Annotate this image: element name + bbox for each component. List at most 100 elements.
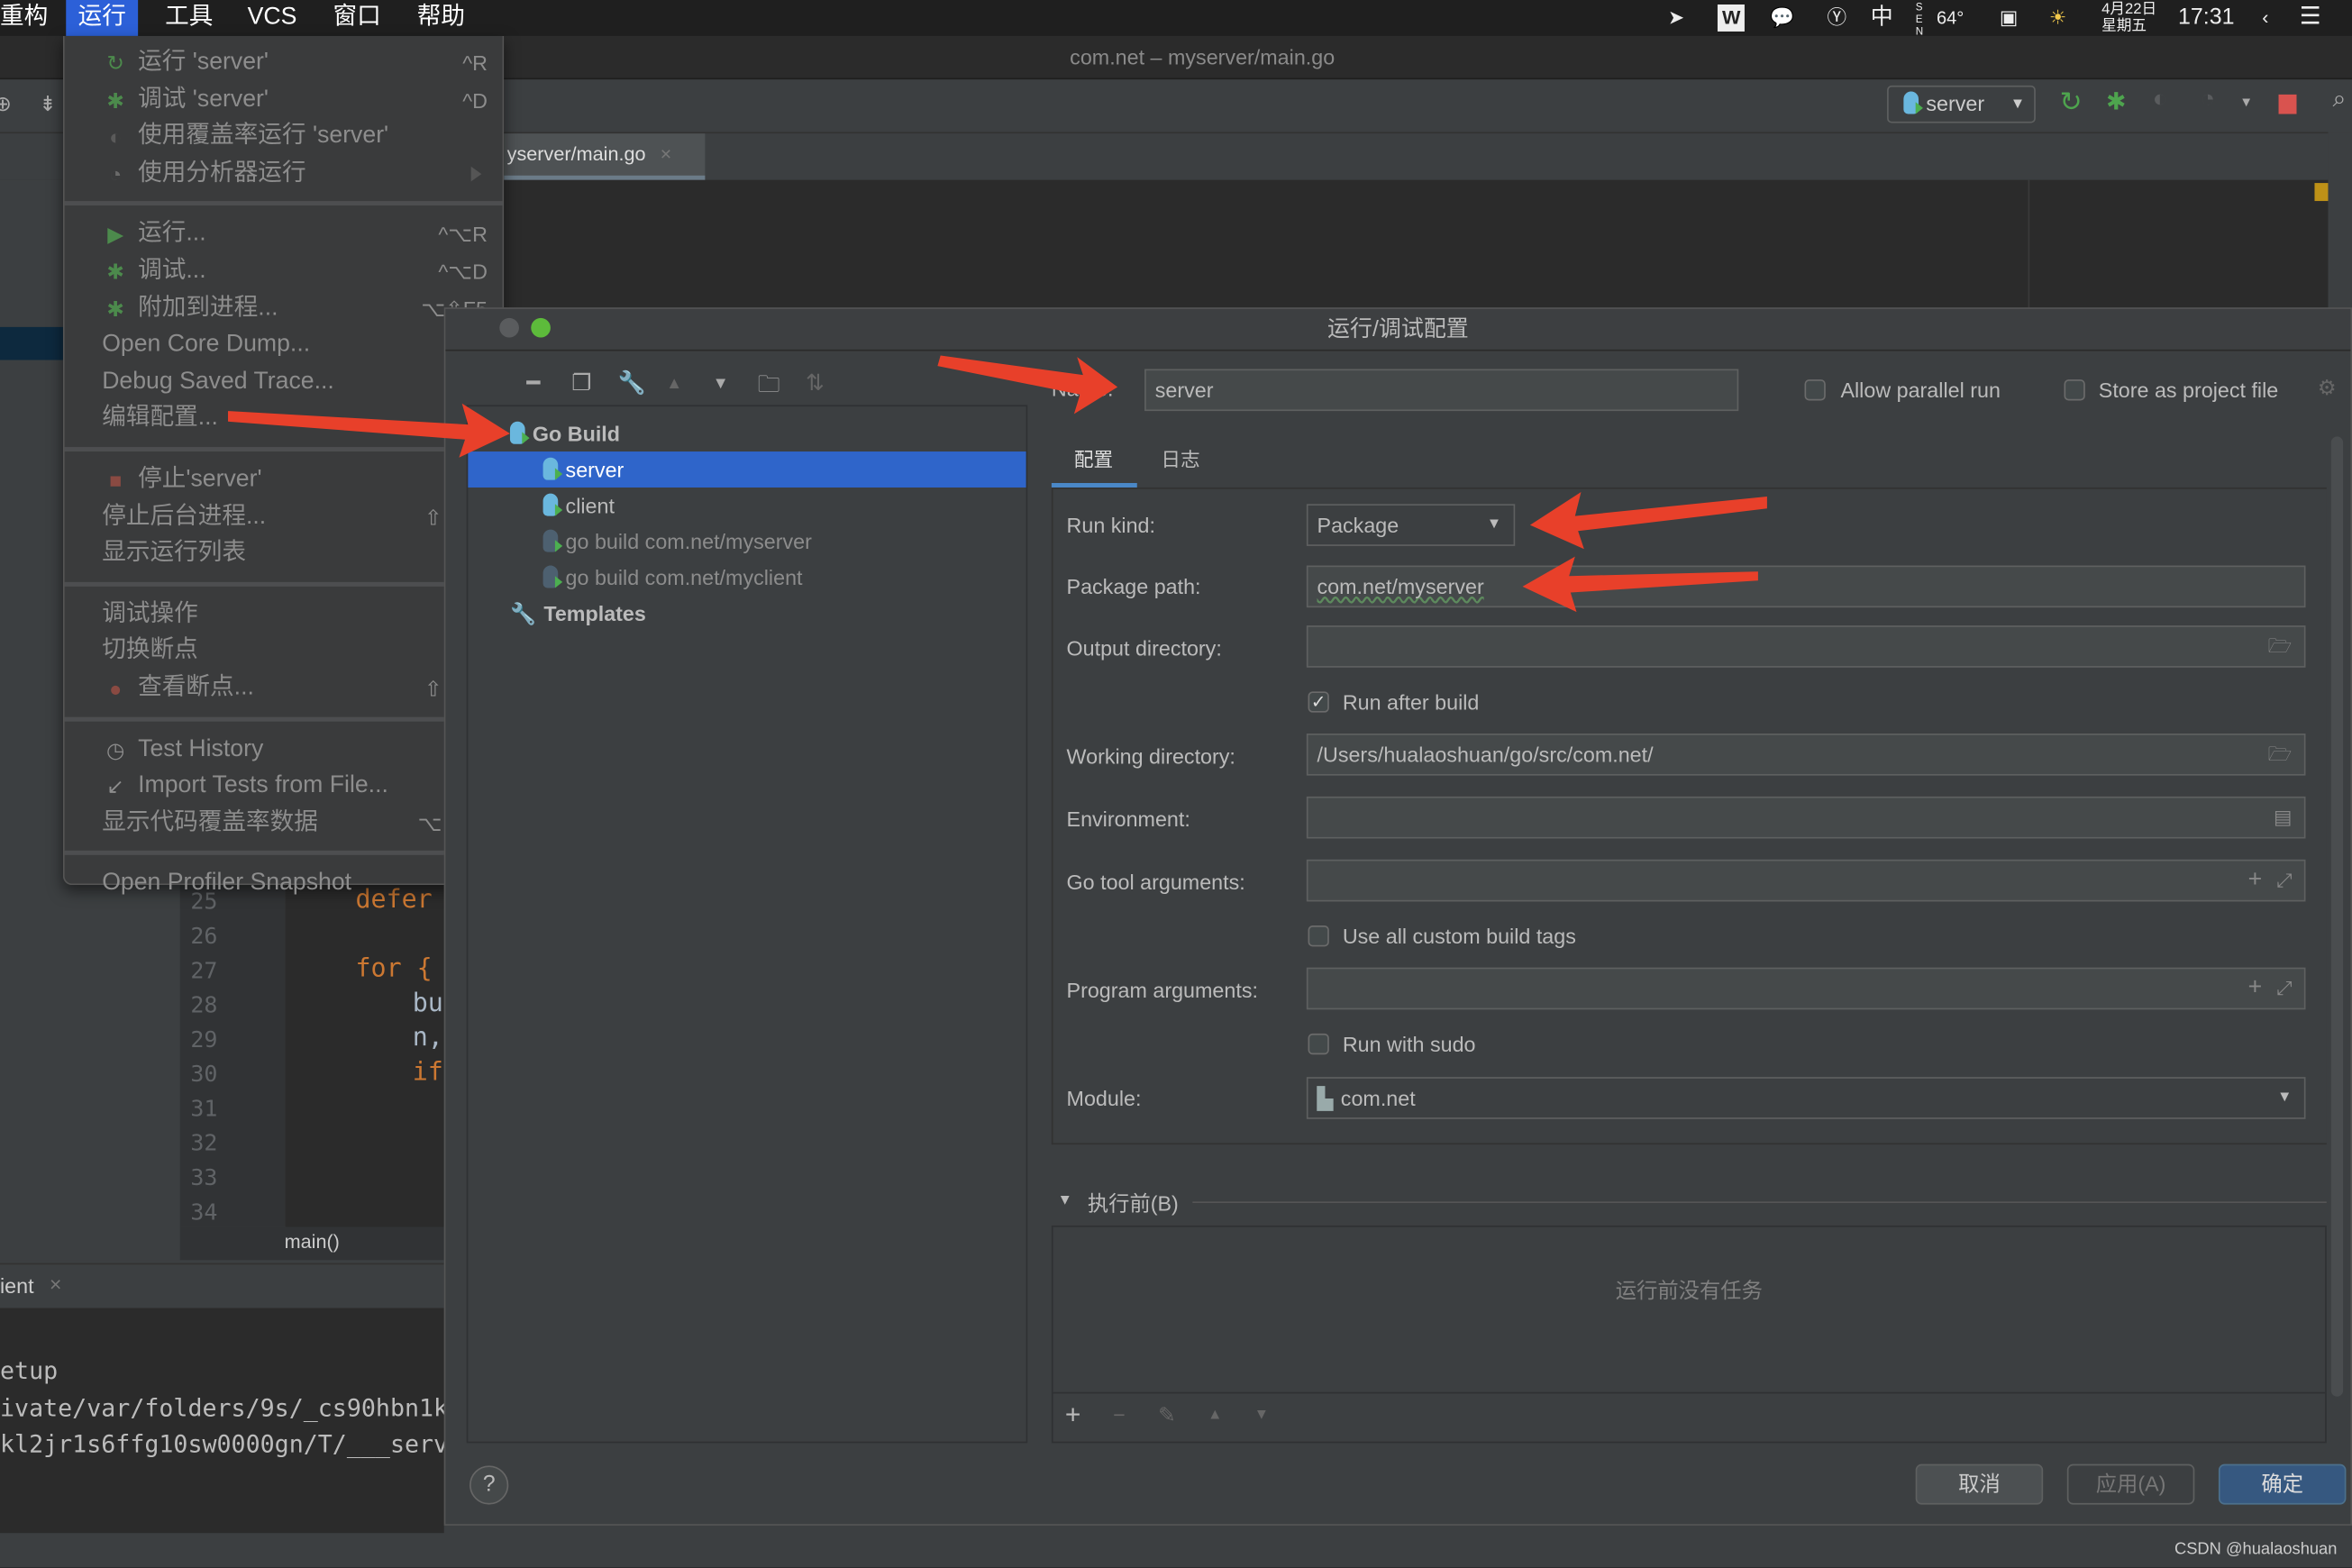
wrench-icon[interactable]: 🔧 — [618, 369, 646, 396]
remove-config-icon[interactable]: ━ — [526, 369, 540, 396]
search-icon[interactable]: ⌕ — [2332, 87, 2346, 114]
menu-item[interactable]: ●查看断点...⇧⌘F8 — [65, 670, 503, 707]
menu-item[interactable]: ■停止'server'⌘F2 — [65, 462, 503, 498]
move-up-icon[interactable]: ▲ — [666, 375, 682, 393]
tree-item[interactable]: go build com.net/myclient — [468, 560, 1026, 596]
menu-item[interactable]: 停止后台进程...⇧⌘F2 — [65, 499, 503, 535]
add-task-icon[interactable]: + — [1065, 1399, 1081, 1431]
breadcrumb[interactable]: main() — [179, 1226, 444, 1261]
control-center-icon[interactable]: ☰ — [2300, 0, 2321, 36]
input-method[interactable]: 中 — [1871, 0, 1893, 36]
folder-icon[interactable]: 🗁 — [2268, 627, 2293, 666]
location-icon[interactable]: ➤ — [1668, 0, 1684, 36]
collapse-triangle-icon[interactable]: ▼ — [1058, 1192, 1072, 1208]
menu-item[interactable]: ↙ Import Tests from File... — [65, 769, 503, 805]
menu-item[interactable]: 显示代码覆盖率数据⌥⌘F6 — [65, 806, 503, 842]
edit-env-icon[interactable]: ▤ — [2274, 798, 2292, 837]
code-area[interactable] — [285, 885, 444, 1227]
wps-icon[interactable]: W — [1717, 4, 1746, 32]
run-kind-select[interactable]: Package ▼ — [1306, 504, 1516, 546]
plus-icon[interactable]: + — [2248, 861, 2263, 899]
allow-parallel-checkbox[interactable] — [1804, 379, 1826, 401]
tab-config[interactable]: 配置 — [1074, 444, 1113, 473]
menu-item[interactable]: Open Core Dump... — [65, 327, 503, 363]
folder-icon[interactable]: 🗁 — [2268, 735, 2293, 774]
rerun-icon[interactable]: ↻ — [2059, 87, 2082, 119]
go-tool-arguments-input[interactable]: + ⤢ — [1306, 859, 2306, 902]
menu-item[interactable]: Debug Saved Trace... — [65, 364, 503, 400]
menu-tools[interactable]: 工具 — [153, 0, 225, 36]
menu-vcs[interactable]: VCS — [235, 0, 308, 36]
clock[interactable]: 17:31 — [2178, 0, 2235, 36]
before-launch-list[interactable]: 运行前没有任务 + − ✎ ▲ ▼ — [1051, 1225, 2327, 1444]
menu-item[interactable]: 编辑配置... — [65, 401, 503, 437]
menu-item[interactable]: Open Profiler Snapshot — [65, 866, 503, 902]
environment-input[interactable]: ▤ — [1306, 796, 2306, 839]
new-folder-icon[interactable]: 🗀 — [758, 369, 780, 406]
tree-item[interactable]: go build com.net/myserver — [468, 524, 1026, 560]
editor-tab[interactable]: yserver/main.go × — [504, 133, 706, 180]
tree-item[interactable]: 🔧 Templates — [468, 596, 1026, 632]
debug-icon[interactable]: ✱ — [2106, 87, 2126, 117]
tree-item[interactable]: server — [468, 451, 1026, 488]
menu-help[interactable]: 帮助 — [405, 0, 477, 36]
copy-config-icon[interactable]: ❐ — [571, 369, 591, 396]
menu-item[interactable]: ✱附加到进程...⌥⇧F5 — [65, 290, 503, 326]
expand-icon[interactable]: ⤢ — [2276, 969, 2292, 1007]
close-icon[interactable]: × — [661, 142, 672, 165]
console-output[interactable]: etup ivate/var/folders/9s/_cs90hbn1k kl2jr… — [0, 1308, 448, 1534]
scrollbar[interactable] — [2330, 436, 2344, 1397]
menu-run[interactable]: 运行 — [66, 0, 139, 36]
menu-item[interactable]: ◐ 使用覆盖率运行 'server' — [65, 119, 503, 155]
plus-icon[interactable]: + — [2248, 969, 2263, 1007]
working-directory-input[interactable]: /Users/hualaoshuan/go/src/com.net/ 🗁 — [1306, 733, 2306, 776]
gear-icon[interactable]: ⚙ — [2318, 375, 2337, 400]
menu-item[interactable]: ✱ 调试 'server' ^D — [65, 82, 503, 118]
move-down-icon[interactable]: ▼ — [1254, 1407, 1269, 1423]
run-with-sudo-checkbox[interactable] — [1308, 1033, 1329, 1055]
apply-button[interactable]: 应用(A) — [2066, 1463, 2195, 1505]
sort-icon[interactable]: ⇅ — [806, 369, 825, 396]
date[interactable]: 4月22日 星期五 — [2101, 2, 2156, 38]
app-icon[interactable]: Ⓨ — [1827, 0, 1846, 36]
cancel-button[interactable]: 取消 — [1915, 1463, 2044, 1505]
weather-icon[interactable]: ☀ — [2049, 0, 2066, 36]
menu-item[interactable]: 显示运行列表 — [65, 536, 503, 572]
run-config-combo[interactable]: server ▼ — [1887, 85, 2036, 123]
menu-item[interactable]: ↻ 运行 'server' ^R — [65, 45, 503, 81]
clipboard-icon[interactable]: ▣ — [2000, 0, 2018, 36]
before-launch-title[interactable]: 执行前(B) — [1088, 1188, 1179, 1217]
collapse-icon[interactable]: ⇟ — [39, 92, 57, 117]
menu-item[interactable]: 切换断点 — [65, 634, 503, 670]
tree-item[interactable]: Go Build — [468, 415, 1026, 451]
ok-button[interactable]: 确定 — [2218, 1463, 2347, 1505]
editor-area[interactable] — [443, 179, 2331, 309]
menu-window[interactable]: 窗口 — [321, 0, 393, 36]
close-icon[interactable]: × — [50, 1272, 62, 1297]
help-button[interactable]: ? — [469, 1465, 509, 1505]
edit-task-icon[interactable]: ✎ — [1158, 1402, 1176, 1427]
menu-item[interactable]: ◷ Test History — [65, 732, 503, 768]
name-input[interactable]: server — [1144, 369, 1739, 412]
target-icon[interactable]: ⊕ — [0, 92, 12, 117]
output-directory-input[interactable]: 🗁 — [1306, 625, 2306, 668]
move-down-icon[interactable]: ▼ — [713, 375, 729, 393]
menu-item[interactable]: ✱ 调试... ^⌥D — [65, 253, 503, 289]
package-path-input[interactable]: com.net/myserver — [1306, 565, 2306, 608]
menu-item[interactable]: ▶ 运行... ^⌥R — [65, 216, 503, 252]
stop-icon[interactable] — [2278, 94, 2297, 114]
menu-item[interactable]: 调试操作 — [65, 597, 503, 633]
menu-refactor[interactable]: 重构 — [0, 0, 60, 36]
window-zoom-button[interactable] — [531, 317, 551, 338]
wechat-icon[interactable]: 💬 — [1770, 0, 1794, 36]
chevron-left-icon[interactable]: ‹ — [2262, 0, 2268, 36]
custom-build-tags-checkbox[interactable] — [1308, 925, 1329, 947]
profiler-icon[interactable]: ◔ — [2201, 87, 2215, 114]
tab-log[interactable]: 日志 — [1161, 444, 1199, 473]
program-arguments-input[interactable]: + ⤢ — [1306, 967, 2306, 1010]
run-tab-client[interactable]: ient — [0, 1273, 34, 1298]
move-up-icon[interactable]: ▲ — [1208, 1407, 1222, 1423]
module-select[interactable]: ▙ com.net ▼ — [1306, 1077, 2306, 1119]
store-project-checkbox[interactable] — [2064, 379, 2085, 401]
project-selected-row[interactable] — [0, 326, 63, 360]
